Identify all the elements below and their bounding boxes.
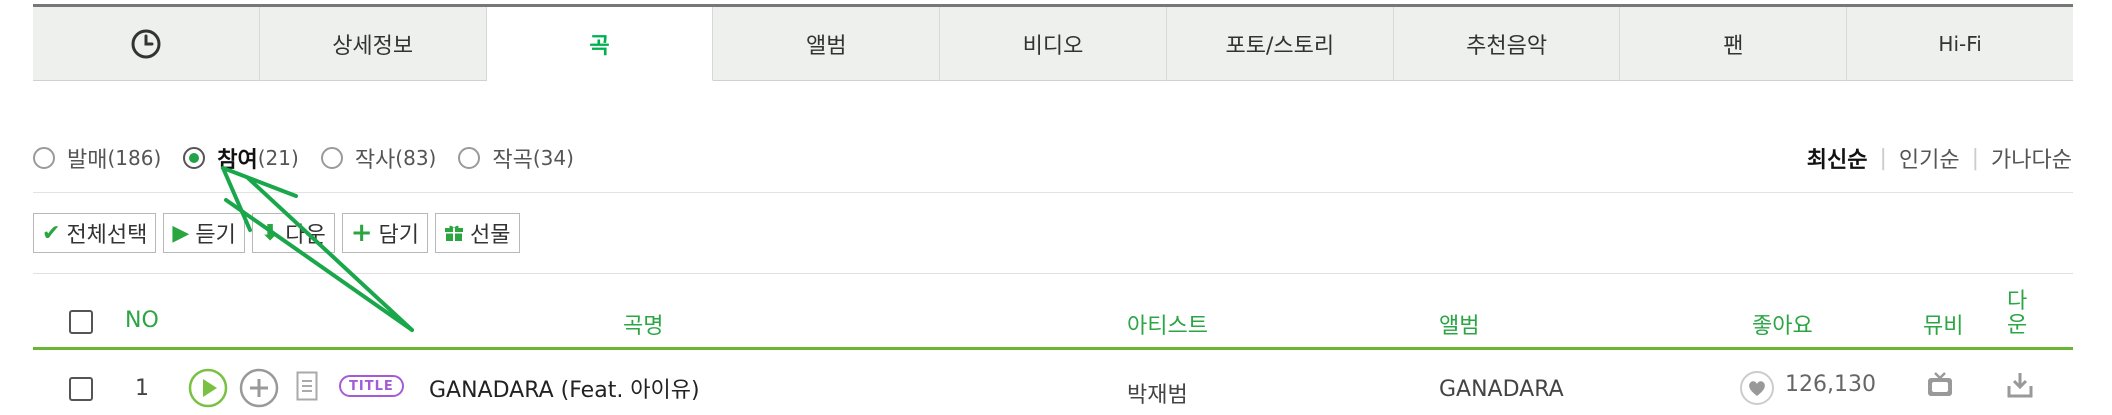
annotation-arrow-icon [221, 166, 414, 332]
